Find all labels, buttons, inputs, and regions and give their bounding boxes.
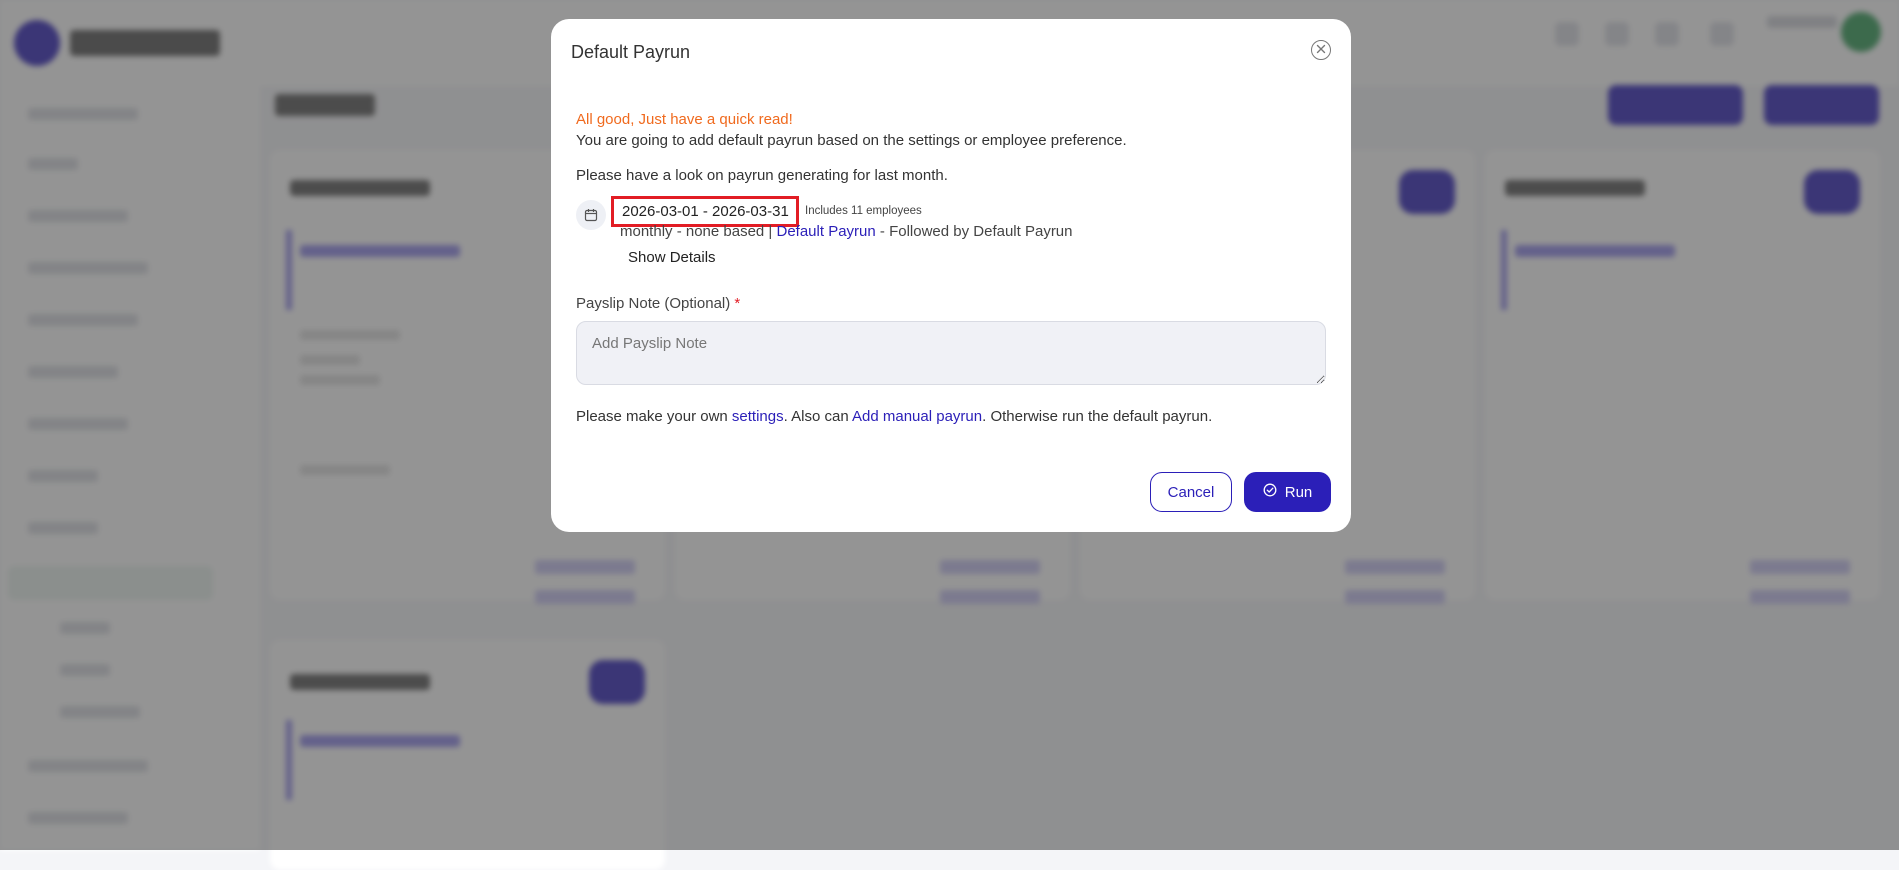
settings-text-part: . Otherwise run the default payrun. (982, 408, 1213, 425)
calendar-icon (576, 200, 606, 230)
settings-text-part: . Also can (783, 408, 853, 425)
close-button[interactable] (1311, 40, 1331, 60)
settings-text-part: Please make your own (576, 408, 732, 425)
warning-message: All good, Just have a quick read! (576, 111, 793, 128)
payslip-note-label-text: Payslip Note (Optional) (576, 295, 731, 312)
run-button-label: Run (1284, 483, 1313, 501)
show-details-link[interactable]: Show Details (628, 249, 716, 266)
close-circle-icon (1316, 41, 1326, 59)
dialog-title: Default Payrun (571, 42, 691, 62)
run-button[interactable]: Run (1244, 472, 1331, 512)
check-circle-icon (1263, 483, 1277, 501)
intro-message: You are going to add default payrun base… (576, 132, 1127, 149)
payrun-info: monthly - none based | Default Payrun - … (620, 223, 1073, 240)
settings-message: Please make your own settings. Also can … (576, 408, 1212, 425)
required-marker: * (734, 295, 741, 312)
cancel-button-label: Cancel (1167, 483, 1215, 501)
add-manual-payrun-link[interactable]: Add manual payrun (852, 408, 982, 425)
payslip-note-label: Payslip Note (Optional) * (576, 295, 740, 312)
last-month-message: Please have a look on payrun generating … (576, 167, 948, 184)
payrun-followed-by: - Followed by Default Payrun (875, 223, 1073, 240)
settings-link[interactable]: settings (732, 408, 784, 425)
payrun-frequency: monthly - none based | (620, 223, 777, 240)
cancel-button[interactable]: Cancel (1150, 472, 1232, 512)
default-payrun-dialog: Default Payrun All good, Just have a qui… (551, 19, 1351, 532)
employee-count: Includes 11 employees (805, 205, 922, 217)
default-payrun-link[interactable]: Default Payrun (777, 223, 876, 240)
payslip-note-input[interactable] (576, 321, 1326, 385)
